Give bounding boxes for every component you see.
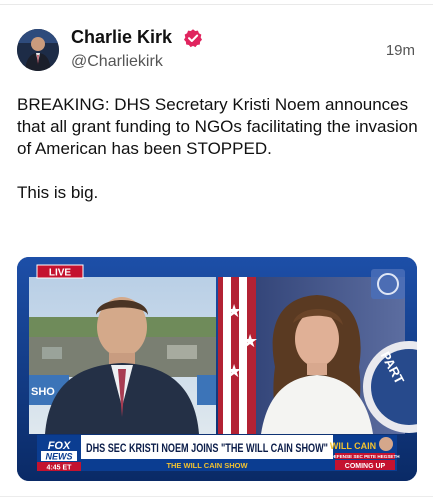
studio-wall-text: SHO (31, 386, 55, 398)
video-thumbnail[interactable]: SHO ★ ★ ★ PART LIVE FOX NEWS 4:45 ET DHS… (17, 257, 417, 481)
svg-text:★: ★ (226, 301, 242, 321)
divider-top (0, 4, 433, 5)
right-video-panel: ★ ★ ★ PART (218, 277, 417, 434)
lower-third: FOX NEWS 4:45 ET DHS SEC KRISTI NOEM JOI… (37, 435, 400, 472)
verified-badge-icon (183, 28, 203, 48)
clock-label: 4:45 ET (47, 465, 73, 472)
tweet-card: Charlie Kirk @Charliekirk 19m BREAKING: … (0, 0, 433, 500)
news-logo-text: NEWS (46, 452, 73, 462)
network-watermark (371, 269, 405, 299)
promo-title: WILL CAIN (330, 441, 376, 451)
live-label: LIVE (49, 268, 72, 279)
chyron-headline: DHS SEC KRISTI NOEM JOINS "THE WILL CAIN… (86, 442, 328, 455)
avatar[interactable] (17, 29, 59, 71)
timestamp[interactable]: 19m (386, 42, 415, 59)
post-paragraph: This is big. (17, 183, 99, 202)
show-strip: THE WILL CAIN SHOW (166, 461, 248, 470)
post-text: BREAKING: DHS Secretary Kristi Noem anno… (17, 94, 422, 204)
live-badge: LIVE (36, 264, 84, 279)
promo-subtitle: DEFENSE SEC PETE HEGSETH (330, 454, 400, 459)
author-handle[interactable]: @Charliekirk (71, 53, 163, 71)
fox-logo-text: FOX (48, 440, 71, 452)
post-paragraph: BREAKING: DHS Secretary Kristi Noem anno… (17, 95, 418, 158)
author-name[interactable]: Charlie Kirk (71, 27, 172, 48)
promo-coming-up: COMING UP (345, 463, 386, 470)
svg-text:★: ★ (242, 331, 258, 351)
svg-text:★: ★ (226, 361, 242, 381)
left-video-panel: SHO (29, 277, 216, 434)
divider-bottom (0, 496, 433, 497)
